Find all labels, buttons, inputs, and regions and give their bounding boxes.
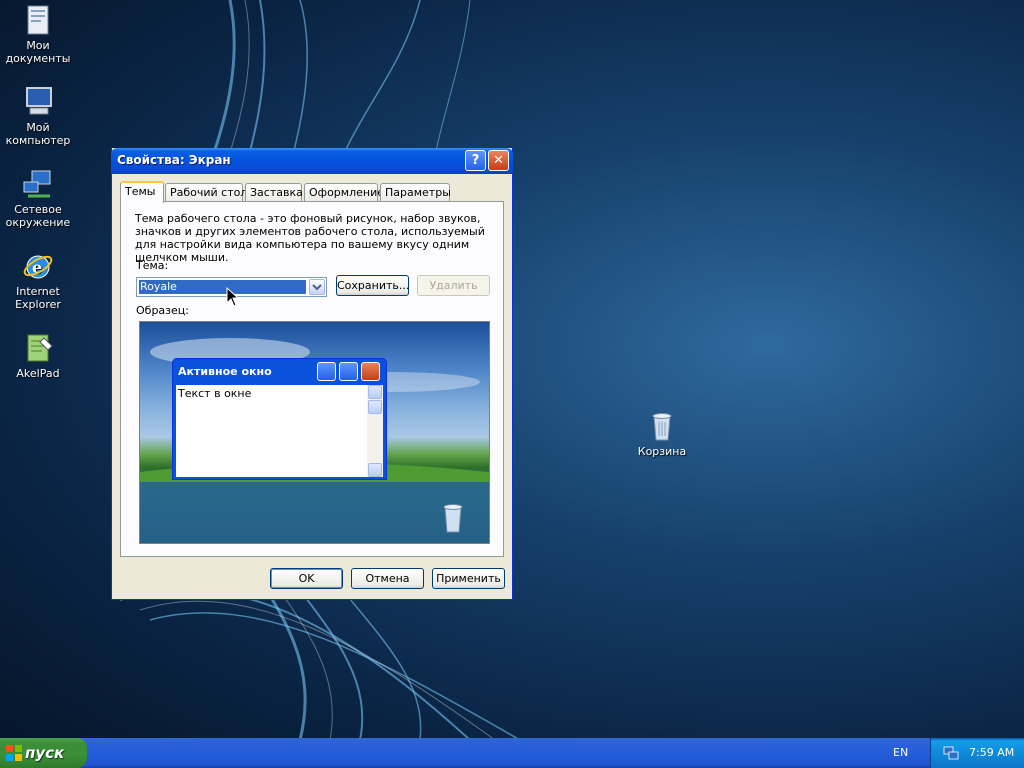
internet-explorer-icon: e: [22, 250, 54, 282]
preview-close-icon: [361, 362, 380, 381]
icon-label: Internet: [16, 285, 60, 298]
desktop-icon-my-documents[interactable]: Мои документы: [0, 4, 76, 65]
preview-recycle-bin-icon: [443, 504, 463, 533]
windows-logo-icon: [6, 745, 22, 761]
title-bar[interactable]: Свойства: Экран ? ✕: [111, 148, 513, 174]
icon-label: окружение: [5, 216, 71, 229]
close-button[interactable]: ✕: [488, 150, 509, 171]
mouse-cursor-icon: [226, 287, 240, 307]
desktop-icon-internet-explorer[interactable]: e Internet Explorer: [0, 250, 76, 311]
icon-label: Мой: [26, 121, 50, 134]
preview-window-text: Текст в окне: [178, 387, 252, 400]
desktop-icon-my-computer[interactable]: Мой компьютер: [0, 86, 76, 147]
desktop-icon-recycle-bin[interactable]: Корзина: [624, 410, 700, 458]
preview-active-window: Активное окно Текст в окне: [172, 358, 387, 480]
scroll-up-icon: [368, 385, 382, 399]
desktop-icon-network[interactable]: Сетевое окружение: [0, 168, 76, 229]
scroll-down-icon: [368, 463, 382, 477]
tab-appearance[interactable]: Оформление: [304, 183, 384, 201]
start-button[interactable]: пуск: [0, 738, 87, 768]
display-properties-dialog: Свойства: Экран ? ✕ Темы Рабочий стол За…: [111, 148, 513, 600]
tab-screensaver[interactable]: Заставка: [245, 183, 303, 201]
close-icon: ✕: [493, 153, 504, 168]
apply-button[interactable]: Применить: [432, 568, 505, 589]
taskbar: пуск EN 7:59 AM: [0, 738, 1024, 768]
dropdown-arrow-button[interactable]: [309, 279, 325, 295]
system-tray: 7:59 AM: [930, 738, 1024, 768]
save-theme-button[interactable]: Сохранить...: [336, 275, 409, 296]
delete-theme-button[interactable]: Удалить: [417, 275, 490, 296]
start-label: пуск: [25, 744, 65, 762]
sample-label: Образец:: [136, 304, 189, 317]
theme-preview: Активное окно Текст в окне: [139, 321, 490, 544]
dialog-title: Свойства: Экран: [117, 153, 231, 167]
preview-minimize-icon: [317, 362, 336, 381]
my-documents-icon: [22, 4, 54, 36]
network-tray-icon[interactable]: [943, 745, 959, 761]
icon-label: компьютер: [5, 134, 71, 147]
icon-label: Explorer: [15, 298, 61, 311]
desktop-icon-akelpad[interactable]: AkelPad: [0, 332, 76, 380]
network-icon: [22, 168, 54, 200]
themes-description: Тема рабочего стола - это фоновый рисуно…: [135, 212, 485, 264]
recycle-bin-icon: [646, 410, 678, 442]
notepad-icon: [22, 332, 54, 364]
icon-label: Сетевое: [14, 203, 62, 216]
language-indicator[interactable]: EN: [893, 746, 908, 759]
ok-button[interactable]: OK: [270, 568, 343, 589]
preview-window-title: Активное окно: [178, 365, 272, 378]
tab-desktop[interactable]: Рабочий стол: [165, 183, 247, 201]
themes-panel: Тема рабочего стола - это фоновый рисуно…: [120, 201, 504, 557]
icon-label: Корзина: [637, 445, 687, 458]
icon-label: Мои: [26, 39, 50, 52]
icon-label: документы: [5, 52, 71, 65]
preview-scrollbar: [367, 385, 383, 477]
scroll-thumb: [368, 400, 382, 414]
theme-select-value: Royale: [139, 280, 306, 294]
help-icon: ?: [471, 153, 480, 168]
preview-window-body: Текст в окне: [176, 385, 383, 477]
preview-maximize-icon: [339, 362, 358, 381]
chevron-down-icon: [312, 284, 322, 291]
theme-label: Тема:: [136, 259, 169, 272]
tab-themes[interactable]: Темы: [120, 181, 164, 203]
clock[interactable]: 7:59 AM: [969, 746, 1014, 759]
cancel-button[interactable]: Отмена: [351, 568, 424, 589]
my-computer-icon: [22, 86, 54, 118]
tab-settings[interactable]: Параметры: [380, 183, 451, 201]
icon-label: AkelPad: [16, 367, 60, 380]
help-button[interactable]: ?: [465, 150, 486, 171]
